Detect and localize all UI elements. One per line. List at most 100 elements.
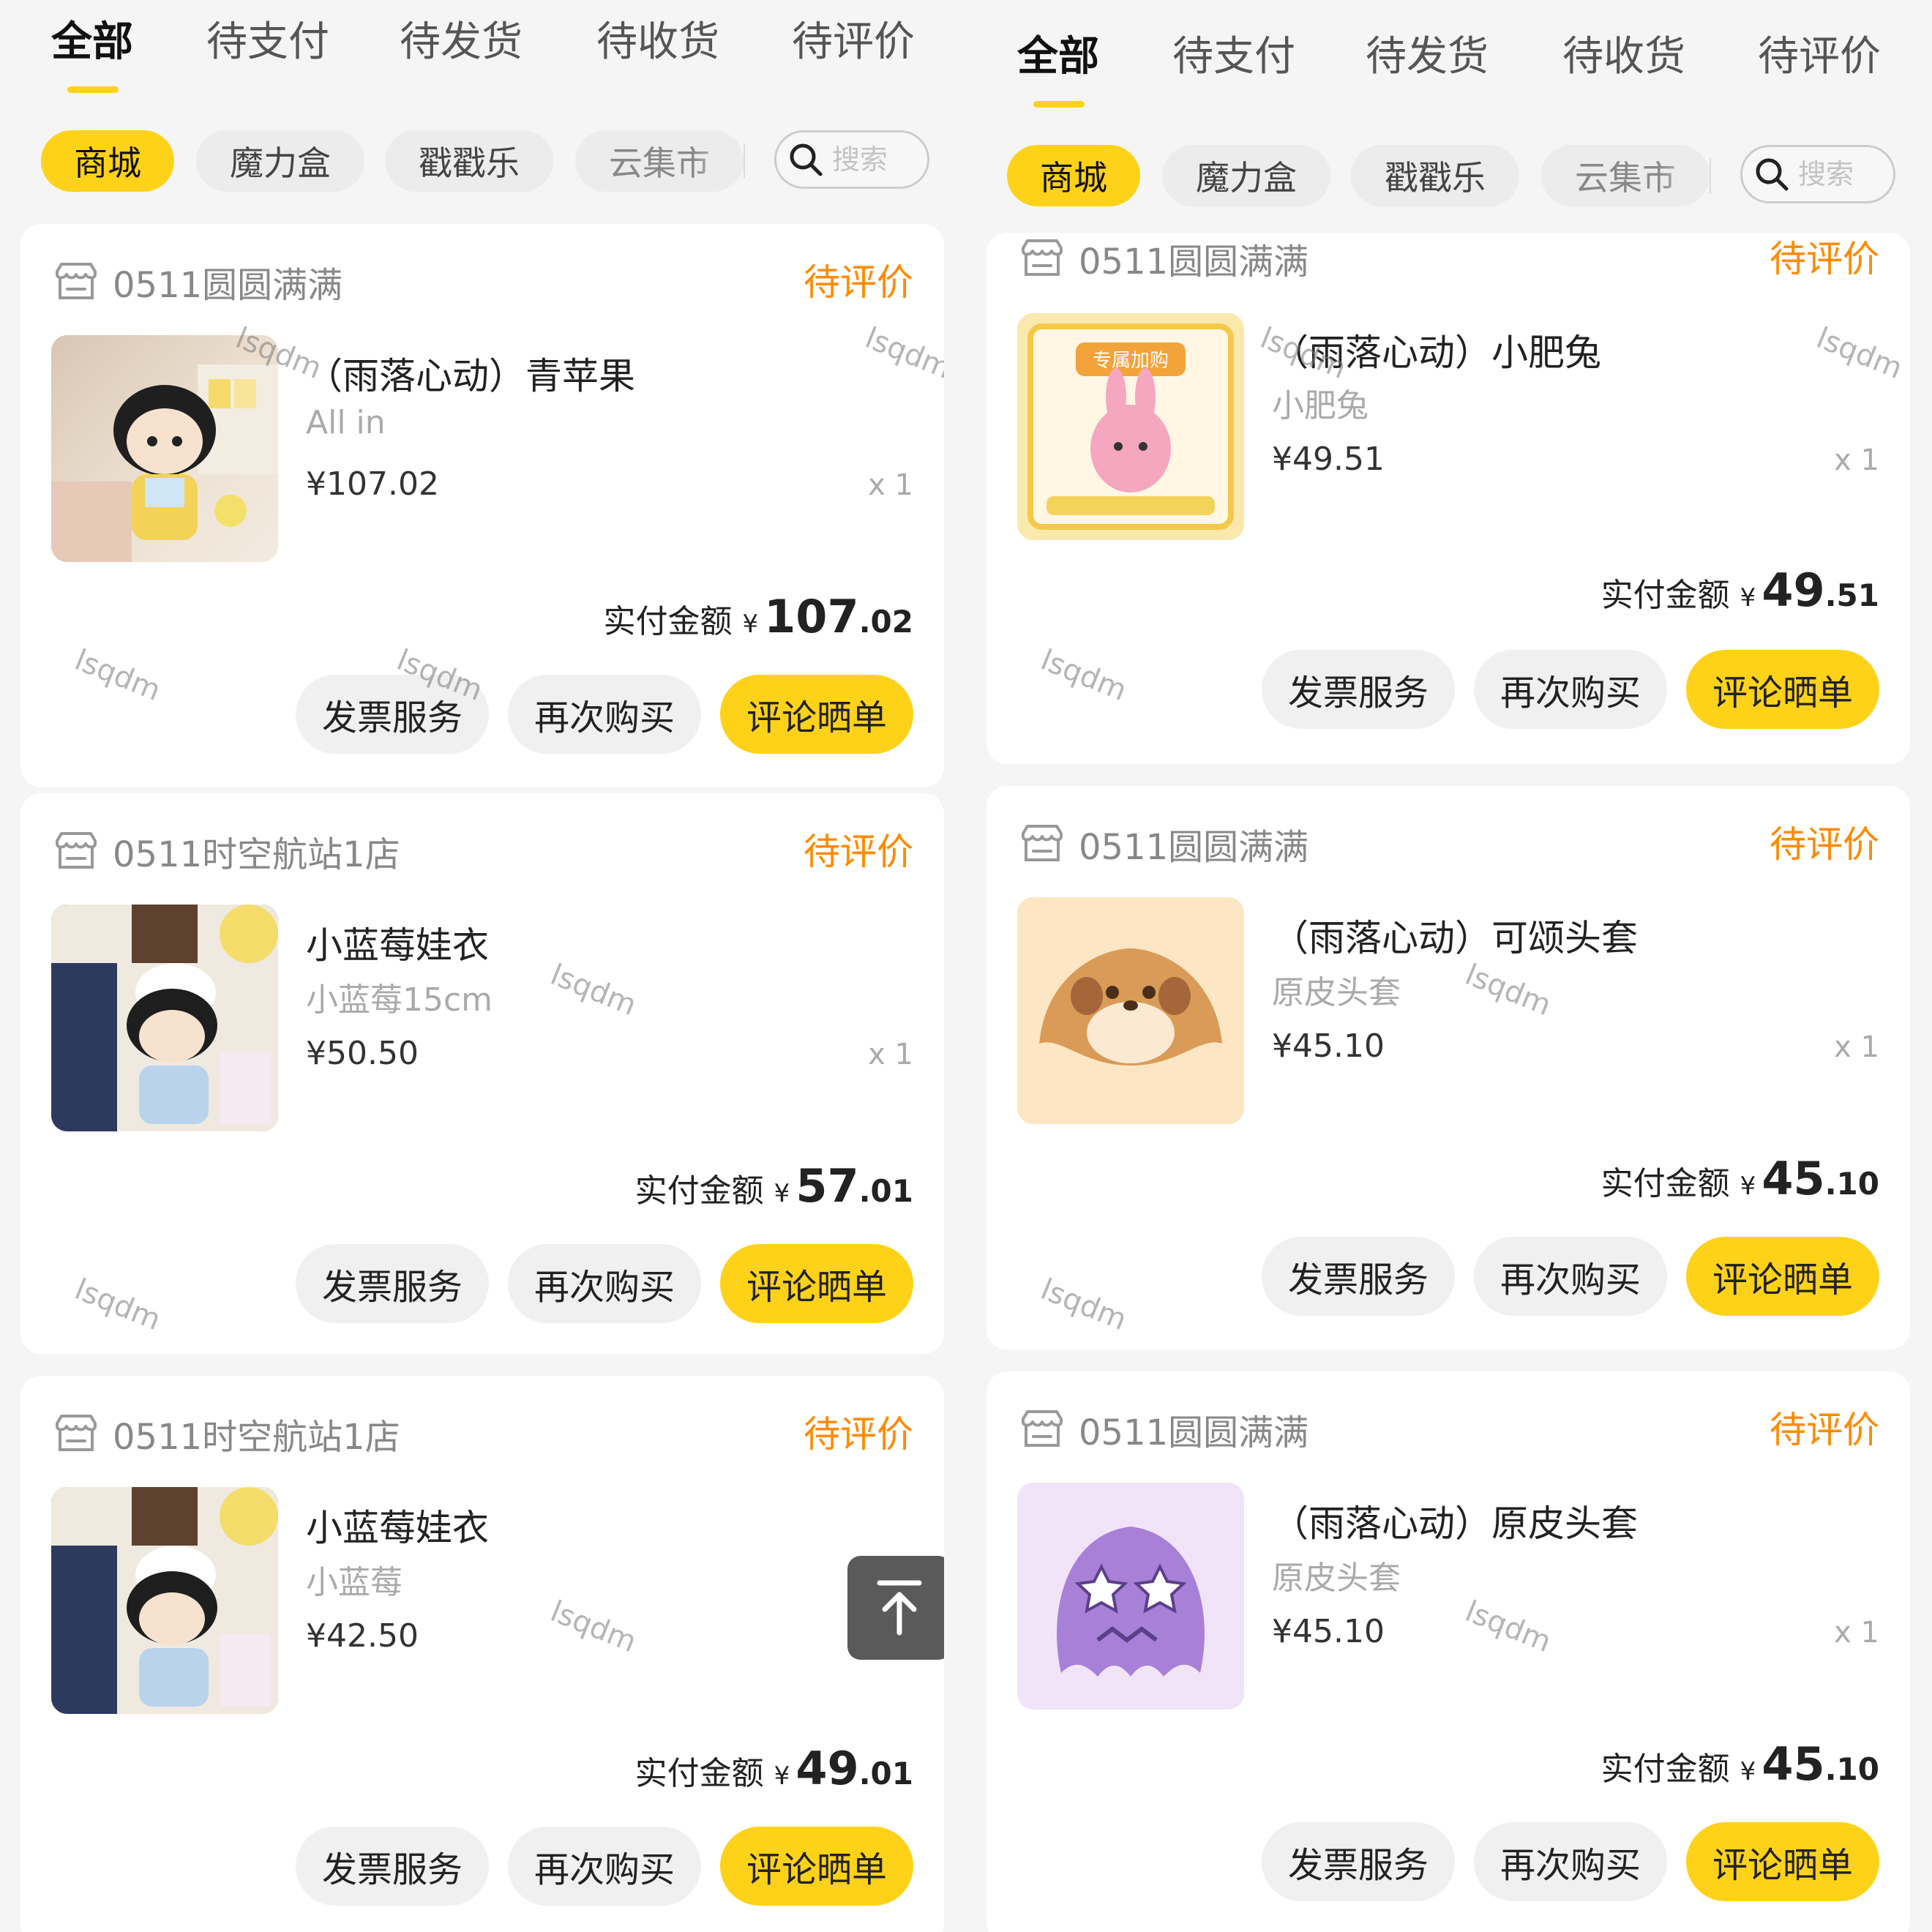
search-field[interactable]	[1740, 145, 1895, 203]
chip-cloud-market[interactable]: 云集市	[575, 130, 744, 192]
store-row[interactable]: 0511圆圆满满	[1019, 1404, 1308, 1455]
chip-poke-fun[interactable]: 戳戳乐	[1351, 145, 1519, 206]
review-button[interactable]: 评论晒单	[1685, 650, 1879, 729]
paid-decimal: .10	[1824, 1166, 1879, 1202]
search-input[interactable]	[1797, 157, 1880, 191]
search-field[interactable]	[774, 130, 929, 189]
buy-again-button[interactable]: 再次购买	[1473, 650, 1667, 729]
paid-label: 实付金额	[1600, 1751, 1730, 1788]
product-image[interactable]	[51, 1487, 278, 1714]
search-input[interactable]	[831, 143, 914, 176]
review-button[interactable]: 评论晒单	[719, 675, 913, 754]
paid-integer: 107	[764, 590, 859, 643]
search-icon	[1756, 158, 1789, 191]
paid-decimal: .01	[858, 1756, 913, 1791]
product-title[interactable]: 小蓝莓娃衣	[306, 916, 489, 969]
paid-amount: 实付金额 ¥ 45 .10	[1601, 1152, 1879, 1205]
product-title[interactable]: （雨落心动）青苹果	[306, 347, 635, 400]
store-row[interactable]: 0511圆圆满满	[53, 256, 342, 307]
order-status: 待评价	[804, 261, 913, 304]
product-title[interactable]: （雨落心动）原皮头套	[1272, 1494, 1638, 1547]
review-button[interactable]: 评论晒单	[1685, 1237, 1879, 1316]
product-image[interactable]: 专属加购	[1017, 313, 1244, 540]
paid-label: 实付金额	[1600, 577, 1730, 614]
product-image[interactable]	[1017, 1483, 1244, 1710]
invoice-service-button[interactable]: 发票服务	[295, 1244, 489, 1323]
arrow-up-icon	[877, 1580, 922, 1636]
screenshot-page: 全部 待支付 待发货 待收货 待评价 商城 魔力盒 戳戳乐 云集市 搜索 051…	[0, 0, 1932, 1932]
review-button[interactable]: 评论晒单	[1685, 1822, 1879, 1901]
chip-mall[interactable]: 商城	[1007, 145, 1140, 206]
currency-symbol: ¥	[742, 610, 759, 639]
buy-again-button[interactable]: 再次购买	[1473, 1237, 1667, 1316]
croissant-hat-thumbnail	[1017, 897, 1244, 1124]
buy-again-button[interactable]: 再次购买	[507, 675, 701, 754]
right-screenshot: 全部 待支付 待发货 待收货 待评价 商城 魔力盒 戳戳乐 云集市 搜索 051…	[966, 0, 1910, 1932]
store-icon	[56, 263, 97, 299]
product-image[interactable]	[51, 905, 278, 1131]
tab-pending-receipt[interactable]: 待收货	[1562, 37, 1685, 78]
active-tab-underline	[67, 86, 119, 93]
paid-decimal: .10	[1824, 1751, 1879, 1787]
invoice-service-button[interactable]: 发票服务	[295, 675, 489, 754]
store-name: 0511圆圆满满	[1079, 827, 1309, 868]
product-spec: 原皮头套	[1272, 974, 1401, 1011]
review-button[interactable]: 评论晒单	[719, 1244, 913, 1323]
product-quantity: x 1	[868, 468, 913, 502]
invoice-service-button[interactable]: 发票服务	[1261, 1237, 1455, 1316]
order-card[interactable]: 0511圆圆满满 待评价 （雨落心动）可颂头套 原皮头套 ¥45.10 x 1	[986, 786, 1910, 1349]
order-card[interactable]: 0511圆圆满满 待评价 （雨落心动）原皮头套 原皮头套 ¥45.10 x 1 …	[986, 1371, 1910, 1932]
chip-mall[interactable]: 商城	[41, 130, 174, 192]
review-button[interactable]: 评论晒单	[719, 1827, 913, 1906]
store-row[interactable]: 0511圆圆满满	[1019, 233, 1308, 284]
chip-cloud-market[interactable]: 云集市	[1541, 145, 1710, 206]
product-spec: 小蓝莓15cm	[306, 981, 493, 1019]
paid-amount: 实付金额 ¥ 57 .01	[635, 1159, 913, 1213]
tab-pending-review[interactable]: 待评价	[1758, 37, 1881, 78]
product-title[interactable]: （雨落心动）可颂头套	[1272, 909, 1638, 962]
product-title[interactable]: （雨落心动）小肥兔	[1272, 323, 1601, 376]
invoice-service-button[interactable]: 发票服务	[295, 1827, 489, 1906]
store-icon	[1022, 825, 1063, 861]
buy-again-button[interactable]: 再次购买	[1473, 1822, 1667, 1901]
paid-amount: 实付金额 ¥ 49 .51	[1601, 564, 1879, 617]
order-card[interactable]: 0511圆圆满满 待评价 专属加购 （雨落心动）小肥兔 小肥兔 ¥49.51 x…	[986, 233, 1910, 764]
tab-all[interactable]: 全部	[1017, 37, 1099, 78]
order-tabs: 全部 待支付 待发货 待收货 待评价	[0, 22, 944, 102]
chip-magic-box[interactable]: 魔力盒	[1162, 145, 1330, 206]
paid-label: 实付金额	[634, 1172, 764, 1210]
tab-pending-payment[interactable]: 待支付	[1172, 37, 1295, 78]
store-row[interactable]: 0511时空航站1店	[53, 825, 400, 877]
currency-symbol: ¥	[1740, 583, 1756, 613]
store-row[interactable]: 0511圆圆满满	[1019, 818, 1308, 869]
buy-again-button[interactable]: 再次购买	[507, 1827, 701, 1906]
product-image[interactable]	[51, 335, 278, 562]
product-title[interactable]: 小蓝莓娃衣	[306, 1499, 489, 1551]
product-price: ¥45.10	[1272, 1027, 1385, 1065]
paid-decimal: .02	[858, 604, 913, 640]
order-card[interactable]: 0511圆圆满满 待评价 （雨落心动）青苹果 All in ¥107.02 x …	[20, 224, 944, 787]
store-row[interactable]: 0511时空航站1店	[53, 1408, 400, 1459]
back-to-top-button[interactable]	[847, 1556, 944, 1660]
product-image[interactable]	[1017, 897, 1244, 1124]
currency-symbol: ¥	[774, 1761, 790, 1791]
product-quantity: x 1	[868, 1038, 913, 1071]
store-name: 0511圆圆满满	[113, 265, 343, 306]
store-icon	[56, 1415, 97, 1451]
buy-again-button[interactable]: 再次购买	[507, 1244, 701, 1323]
chip-magic-box[interactable]: 魔力盒	[196, 130, 364, 192]
tab-pending-receipt[interactable]: 待收货	[596, 22, 719, 63]
order-card[interactable]: 0511时空航站1店 待评价 小蓝莓娃衣 小蓝莓 ¥42.50 实付金额 ¥ 4…	[20, 1376, 944, 1932]
product-price: ¥50.50	[306, 1035, 419, 1072]
tab-pending-shipment[interactable]: 待发货	[400, 22, 523, 63]
invoice-service-button[interactable]: 发票服务	[1261, 650, 1455, 729]
chip-poke-fun[interactable]: 戳戳乐	[385, 130, 553, 192]
order-actions: 发票服务 再次购买 评论晒单	[1261, 1822, 1879, 1901]
tab-pending-review[interactable]: 待评价	[792, 22, 915, 63]
order-card[interactable]: 0511时空航站1店 待评价 小蓝莓娃衣 小蓝莓15cm ¥50.50 x 1 …	[20, 793, 944, 1354]
tab-pending-shipment[interactable]: 待发货	[1366, 37, 1489, 78]
tab-all[interactable]: 全部	[51, 22, 133, 63]
tab-pending-payment[interactable]: 待支付	[206, 22, 329, 63]
invoice-service-button[interactable]: 发票服务	[1261, 1822, 1455, 1901]
search-icon	[790, 143, 823, 176]
